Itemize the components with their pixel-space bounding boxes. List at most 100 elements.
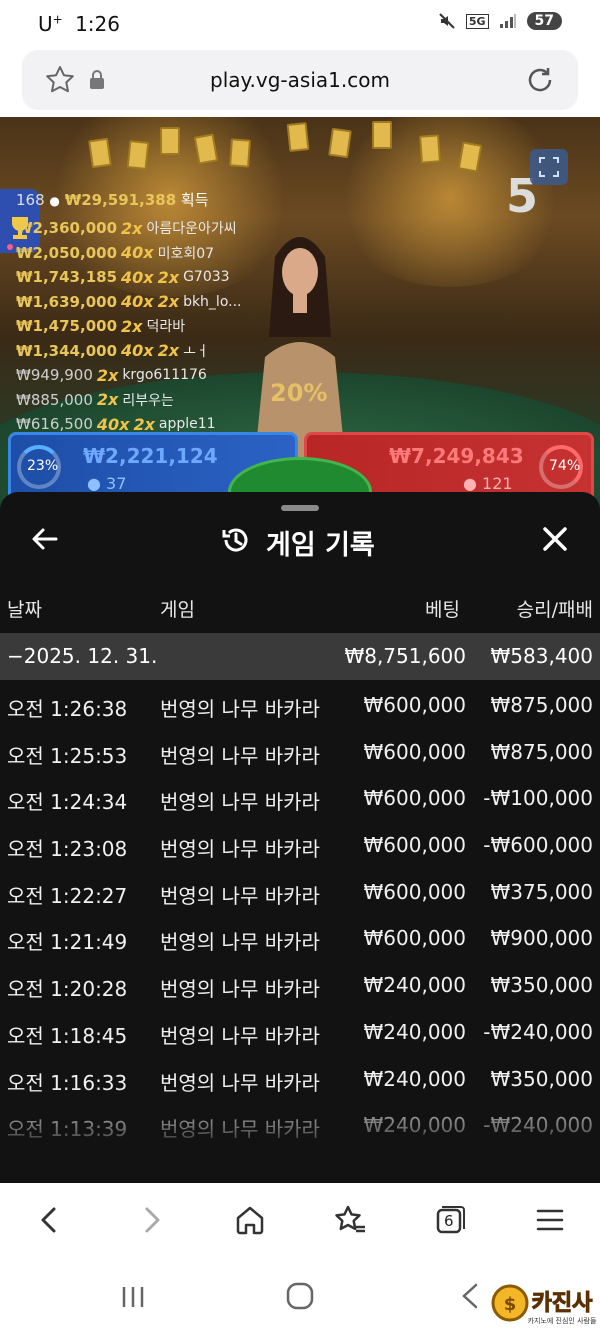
system-back-icon[interactable] [456,1281,484,1311]
close-icon[interactable] [540,524,570,554]
home-button-icon[interactable] [285,1281,315,1311]
winner-name: apple11 [158,416,216,433]
row-time: 오전 1:26:38 [7,697,128,721]
day-winloss-total: ₩583,400 [490,644,593,668]
player-amount: ₩2,221,124 [83,444,218,468]
winner-row: ₩1,344,000 40x 2x ㅗㅓ [16,339,242,364]
gold-card-decor [286,122,310,152]
bookmarks-icon[interactable] [333,1203,367,1237]
winners-summary: 168 ● ₩29,591,388 획득 [16,189,209,210]
day-bet-total: ₩8,751,600 [344,644,466,668]
multiplier-badge: 40x [121,292,154,312]
multiplier-badge: 2x [157,341,180,361]
reload-icon[interactable] [524,64,556,96]
row-time: 오전 1:21:49 [7,930,128,955]
carrier-sup: + [52,12,63,27]
live-game-view[interactable]: 20% 5 168 ● ₩29,591,388 획득 ₩2,360,000 2x 아… [0,117,600,517]
winner-amount: ₩1,639,000 [16,292,118,311]
multiplier-badge: 40x [121,267,154,287]
winner-amount: ₩616,500 [16,415,93,434]
row-winloss: ₩875,000 [490,693,593,717]
row-time: 오전 1:24:34 [7,790,128,815]
mute-icon [439,13,455,29]
multiplier-badge: 2x [96,365,119,385]
row-winloss: ₩375,000 [490,879,593,904]
address-bar[interactable]: play.vg-asia1.com [22,50,578,110]
menu-icon[interactable] [533,1203,567,1237]
gold-card-decor [88,137,112,169]
row-winloss: ₩900,000 [490,926,593,951]
home-icon[interactable] [233,1203,267,1237]
winner-name: 덕라바 [146,319,186,336]
status-bar: U+ 1:26 5G 57 [0,0,600,50]
row-bet: ₩600,000 [363,879,466,904]
multiplier-badge: 40x [96,414,130,434]
expand-button[interactable] [530,149,568,185]
col-bet: 베팅 [425,599,460,621]
row-winloss: -₩240,000 [483,1019,593,1044]
gold-card-decor [328,127,352,159]
col-date: 날짜 [7,599,42,621]
scroll-fade [0,1087,600,1185]
url-text[interactable]: play.vg-asia1.com [22,68,578,92]
history-row[interactable]: 오전 1:24:34 번영의 나무 바카라 ₩600,000 -₩100,000 [0,775,600,822]
carrier-time: U+ 1:26 [38,12,120,36]
history-row[interactable]: 오전 1:18:45 번영의 나무 바카라 ₩240,000 -₩240,000 [0,1009,600,1056]
back-arrow-icon[interactable] [30,524,60,554]
winner-amount: ₩1,344,000 [16,341,118,360]
row-bet: ₩240,000 [363,973,466,998]
recents-icon[interactable] [118,1283,148,1311]
back-icon[interactable] [32,1203,66,1237]
row-winloss: -₩600,000 [483,833,593,858]
row-game: 번영의 나무 바카라 [160,790,320,815]
gold-card-decor [419,134,441,164]
row-game: 번영의 나무 바카라 [160,883,320,908]
carrier: U [38,12,53,36]
history-row[interactable]: 오전 1:21:49 번영의 나무 바카라 ₩600,000 ₩900,000 [0,915,600,962]
clock: 1:26 [75,12,120,36]
svg-text:카진사: 카진사 [532,1291,593,1316]
gold-card-decor [160,127,180,155]
row-bet: ₩600,000 [363,693,466,717]
row-winloss: ₩875,000 [490,739,593,764]
status-icons: 5G 57 [438,12,562,30]
row-game: 번영의 나무 바카라 [160,977,320,1002]
winner-row: ₩1,639,000 40x 2x bkh_lo... [16,290,242,315]
watermark-logo: $ 카진사 카지노에 진심인 사람들 [491,1284,597,1325]
table-header: 날짜 게임 베팅 승리/패배 [0,587,600,627]
row-time: 오전 1:20:28 [7,977,128,1002]
browser-toolbar: 6 [0,1183,600,1261]
winner-row: ₩2,050,000 40x 미호회07 [16,241,242,266]
row-bet: ₩600,000 [363,786,466,811]
row-game: 번영의 나무 바카라 [160,743,320,768]
sheet-drag-handle[interactable] [281,505,319,511]
history-row[interactable]: 오전 1:22:27 번영의 나무 바카라 ₩600,000 ₩375,000 [0,869,600,916]
day-summary-row[interactable]: −2025. 12. 31. ₩8,751,600 ₩583,400 [0,633,600,680]
winner-row: ₩949,900 2x krgo611176 [16,363,242,388]
banker-count: ● 121 [463,474,513,493]
expand-icon [539,157,559,177]
multiplier-badge: 2x [157,267,180,287]
history-row[interactable]: 오전 1:20:28 번영의 나무 바카라 ₩240,000 ₩350,000 [0,962,600,1009]
row-game: 번영의 나무 바카라 [160,1023,320,1048]
winner-name: ㅗㅓ [183,343,209,360]
gold-card-decor [372,121,392,149]
multiplier-badge: 2x [121,316,143,336]
banker-percentage: 74% [549,458,581,474]
game-history-sheet: 게임 기록 날짜 게임 베팅 승리/패배 −2025. 12. 31. ₩8,7… [0,492,600,1185]
history-row[interactable]: 오전 1:25:53 번영의 나무 바카라 ₩600,000 ₩875,000 [0,729,600,776]
day-date: −2025. 12. 31. [7,644,158,668]
multiplier-badge: 40x [121,341,154,361]
multiplier-badge: 40x [121,243,154,263]
banker-amount: ₩7,249,843 [389,444,524,468]
svg-text:카지노에 진심인 사람들: 카지노에 진심인 사람들 [528,1316,597,1325]
signal-icon [499,14,516,28]
forward-icon[interactable] [135,1203,169,1237]
winners-suffix: 획득 [180,191,209,209]
sheet-title: 게임 기록 [266,530,375,561]
row-winloss: -₩100,000 [483,786,593,811]
multiplier-badge: 2x [121,218,143,238]
row-bet: ₩600,000 [363,833,466,858]
history-row[interactable]: 오전 1:23:08 번영의 나무 바카라 ₩600,000 -₩600,000 [0,822,600,869]
history-row[interactable]: 오전 1:26:38 번영의 나무 바카라 ₩600,000 ₩875,000 [0,682,600,729]
